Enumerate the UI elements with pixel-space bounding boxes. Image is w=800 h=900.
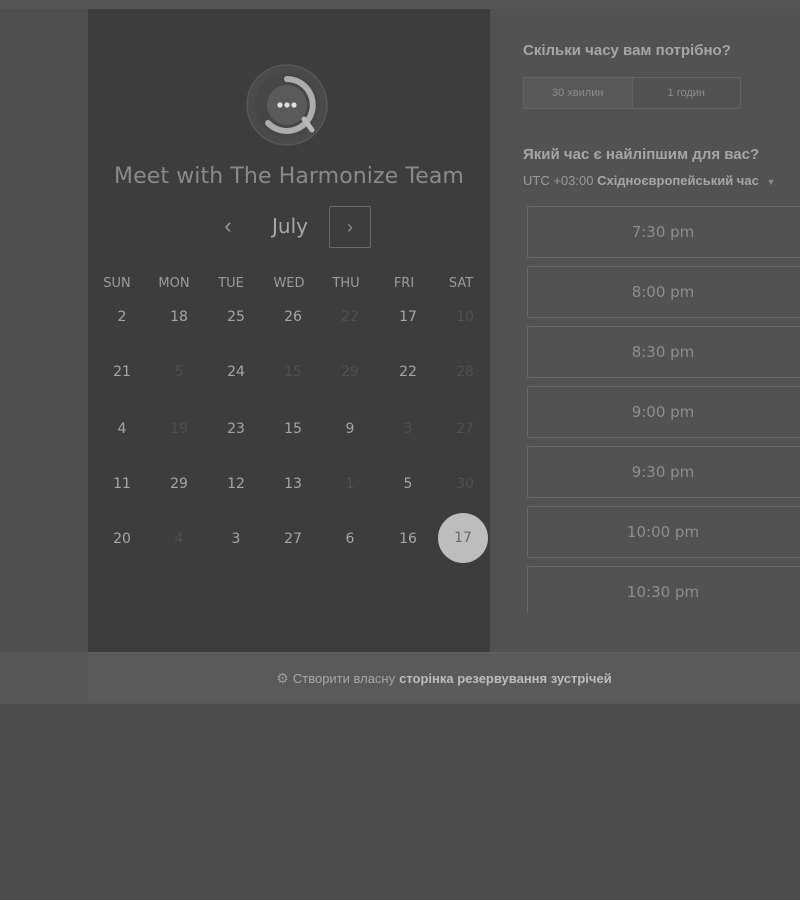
- footer-bar[interactable]: ⚙ Створити власну сторінка резервування …: [88, 652, 800, 703]
- weekday-header: SAT: [448, 276, 474, 291]
- time-slot[interactable]: 7:30 pm: [527, 206, 800, 258]
- calendar-day[interactable]: 15: [268, 421, 318, 437]
- calendar-day: 30: [456, 476, 474, 492]
- calendar-day[interactable]: 16: [383, 531, 433, 547]
- calendar-day: 19: [170, 421, 188, 437]
- chevron-right-icon: ›: [347, 217, 353, 237]
- calendar-day[interactable]: 21: [97, 364, 147, 380]
- weekday-header: WED: [273, 276, 305, 291]
- calendar-day: 3: [403, 421, 413, 437]
- calendar-day[interactable]: 9: [325, 421, 375, 437]
- weekday-header: MON: [158, 276, 190, 291]
- calendar-day[interactable]: 6: [325, 531, 375, 547]
- sprocket-icon: ⚙: [276, 669, 289, 686]
- duration-toggle: 30 хвилин 1 годин: [523, 77, 741, 109]
- caret-down-icon: ▼: [766, 177, 776, 187]
- next-month-button[interactable]: ›: [329, 206, 371, 248]
- timezone-selector[interactable]: UTC +03:00 Східноєвропейський час ▼: [523, 173, 775, 188]
- time-question: Який час є найліпшим для вас?: [523, 146, 760, 163]
- calendar-day: 5: [174, 364, 184, 380]
- time-slot[interactable]: 8:00 pm: [527, 266, 800, 318]
- month-label: July: [272, 214, 308, 238]
- host-avatar: [246, 64, 328, 146]
- calendar-day[interactable]: 5: [383, 476, 433, 492]
- calendar-day[interactable]: 29: [154, 476, 204, 492]
- time-slot[interactable]: 9:00 pm: [527, 386, 800, 438]
- calendar-day[interactable]: 3: [211, 531, 261, 547]
- calendar-day[interactable]: 24: [211, 364, 261, 380]
- calendar-day[interactable]: 22: [383, 364, 433, 380]
- calendar-day[interactable]: 4: [97, 421, 147, 437]
- calendar-day: 10: [456, 309, 474, 325]
- calendar-day[interactable]: 11: [97, 476, 147, 492]
- footer-prefix: Створити власну: [292, 670, 396, 686]
- calendar-day: 28: [456, 364, 474, 380]
- calendar-day[interactable]: 13: [268, 476, 318, 492]
- calendar-day[interactable]: 23: [211, 421, 261, 437]
- page-below-area: [0, 704, 800, 900]
- calendar-day-selected[interactable]: 17: [438, 513, 488, 563]
- weekday-header: TUE: [218, 276, 244, 291]
- calendar-day[interactable]: 2: [97, 309, 147, 325]
- page-title: Meet with The Harmonize Team: [114, 164, 464, 189]
- duration-option-30min[interactable]: 30 хвилин: [524, 78, 633, 108]
- weekday-header: FRI: [393, 276, 415, 291]
- time-slot[interactable]: 10:30 pm: [527, 566, 800, 613]
- footer-link[interactable]: сторінка резервування зустрічей: [399, 671, 612, 686]
- calendar-day[interactable]: 26: [268, 309, 318, 325]
- calendar-day[interactable]: 17: [383, 309, 433, 325]
- duration-option-1hour[interactable]: 1 годин: [633, 78, 741, 108]
- calendar-day: 22: [341, 309, 359, 325]
- time-slot[interactable]: 10:00 pm: [527, 506, 800, 558]
- calendar-day[interactable]: 20: [97, 531, 147, 547]
- window-top-strip: [0, 0, 800, 9]
- calendar-day: 29: [341, 364, 359, 380]
- calendar-day[interactable]: 18: [154, 309, 204, 325]
- time-slot[interactable]: 8:30 pm: [527, 326, 800, 378]
- calendar-day[interactable]: 12: [211, 476, 261, 492]
- time-slot[interactable]: 9:30 pm: [527, 446, 800, 498]
- page-left-background: [0, 9, 88, 654]
- timezone-offset: UTC +03:00: [523, 173, 594, 188]
- chat-bubble-icon: [277, 102, 297, 108]
- timezone-name: Східноєвропейський час: [597, 173, 759, 188]
- calendar-day: 27: [456, 421, 474, 437]
- weekday-header: THU: [332, 276, 360, 291]
- calendar-day: 4: [174, 531, 184, 547]
- calendar-day: 1: [345, 476, 355, 492]
- duration-question: Скільки часу вам потрібно?: [523, 42, 731, 59]
- chevron-left-icon: ‹: [224, 213, 232, 238]
- calendar-day[interactable]: 27: [268, 531, 318, 547]
- calendar-day: 15: [284, 364, 302, 380]
- weekday-header: SUN: [103, 276, 131, 291]
- calendar-day[interactable]: 25: [211, 309, 261, 325]
- prev-month-button[interactable]: ‹: [216, 213, 240, 241]
- time-slot-list[interactable]: 7:30 pm 8:00 pm 8:30 pm 9:00 pm 9:30 pm …: [527, 206, 800, 613]
